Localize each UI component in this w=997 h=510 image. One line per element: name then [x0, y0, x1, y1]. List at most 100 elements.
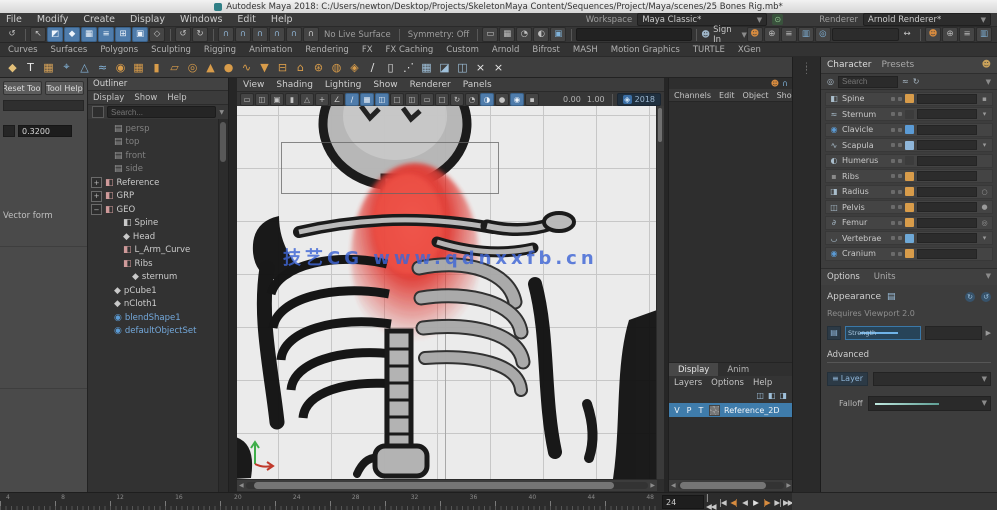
playback-button[interactable]: ▶ [750, 496, 761, 508]
selection-mask-icon[interactable]: ▦ [81, 27, 97, 42]
toggle-dot[interactable] [898, 143, 902, 147]
channel-box-menu-item[interactable]: Edit [719, 91, 735, 100]
toggle-dot[interactable] [898, 112, 902, 116]
shelf-tab[interactable]: Motion Graphics [611, 45, 680, 55]
strength-value-field[interactable] [925, 326, 982, 340]
influence-row[interactable]: ∿ Scapula ▾ [825, 138, 993, 152]
viewport-toolbar-icon[interactable]: ▪ [525, 93, 539, 106]
viewport-toolbar-icon[interactable]: ◉ [510, 93, 524, 106]
outliner-item[interactable]: ◆ pCube1 [88, 284, 219, 298]
outliner-menu-item[interactable]: Help [167, 93, 186, 103]
person-icon[interactable]: ☻ [982, 60, 991, 70]
selection-mask-icon[interactable]: ⊞ [115, 27, 131, 42]
layer-menu-item[interactable]: Options [711, 378, 744, 388]
render-icon[interactable]: ▭ [482, 27, 498, 42]
search-option-icon[interactable]: ≈ [902, 77, 909, 86]
viewport-toolbar-icon[interactable]: ▭ [420, 93, 434, 106]
layer-chip[interactable]: ≡ Layer [827, 372, 868, 386]
shelf-icon[interactable]: ● [220, 59, 237, 76]
shelf-tab[interactable]: Bifrost [532, 45, 559, 55]
units-section-label[interactable]: Units [874, 272, 896, 282]
shelf-tab[interactable]: XGen [738, 45, 761, 55]
shelf-tab[interactable]: Polygons [100, 45, 138, 55]
toggle-dot[interactable] [898, 252, 902, 256]
selection-mask-icon[interactable]: ▣ [132, 27, 148, 42]
playback-button[interactable]: |◀ [717, 496, 728, 508]
viewport-toolbar-icon[interactable]: ● [495, 93, 509, 106]
channel-box-icon[interactable]: ☻ [771, 79, 779, 88]
toggle-dot[interactable] [898, 190, 902, 194]
outliner-item[interactable]: + ◧ Reference [88, 176, 219, 190]
shelf-icon[interactable]: ◈ [346, 59, 363, 76]
value-field[interactable] [917, 140, 977, 150]
influence-row[interactable]: ◨ Radius ○ [825, 185, 993, 199]
toggle-dot[interactable] [898, 159, 902, 163]
layer-select[interactable]: ▼ [873, 372, 991, 386]
outliner-item[interactable]: ◆ Head [88, 230, 219, 244]
viewport-toolbar-icon[interactable]: ◫ [375, 93, 389, 106]
influence-row[interactable]: ◉ Clavicle [825, 123, 993, 137]
shelf-tab[interactable]: Surfaces [51, 45, 88, 55]
toggle-dot[interactable] [891, 190, 895, 194]
color-swatch[interactable] [905, 110, 914, 119]
refresh-icon[interactable]: ↻ [965, 292, 975, 302]
sign-in-button[interactable]: ☻ Sign In ▼ [701, 25, 747, 45]
snap-icon[interactable]: ∩ [286, 27, 302, 42]
sidebar-toggle-icon[interactable]: ⊕ [764, 27, 780, 42]
shelf-icon[interactable]: ⌖ [58, 59, 75, 76]
viewport-toolbar-icon[interactable]: ▦ [360, 93, 374, 106]
sidebar-toggle-icon[interactable]: ≡ [959, 27, 975, 42]
shelf-icon[interactable]: ◆ [4, 59, 21, 76]
new-layer-icon[interactable]: ◫ [756, 391, 764, 400]
right-panel-subtitle[interactable]: Presets [881, 60, 914, 70]
scroll-left-icon[interactable]: ◀ [239, 482, 244, 489]
shelf-tab[interactable]: FX Caching [386, 45, 434, 55]
viewport-toolbar-icon[interactable]: ◫ [255, 93, 269, 106]
outliner-item[interactable]: ◧ L_Arm_Curve [88, 244, 219, 258]
outliner-menu-item[interactable]: Display [93, 93, 124, 103]
outliner-item[interactable]: ◧ Ribs [88, 257, 219, 271]
layer-playback-toggle[interactable]: P [685, 406, 693, 415]
scroll-left-icon[interactable]: ◀ [671, 482, 676, 489]
snap-icon[interactable]: ∩ [235, 27, 251, 42]
search-option-icon[interactable]: ↻ [913, 77, 920, 86]
snap-icon[interactable]: ∩ [252, 27, 268, 42]
exposure-value[interactable]: 0.00 [563, 95, 581, 104]
options-section-label[interactable]: Options [827, 272, 860, 282]
outliner-item[interactable]: ◆ sternum [88, 271, 219, 285]
viewport-toolbar-icon[interactable]: □ [390, 93, 404, 106]
outliner-item[interactable]: ▤ front [88, 149, 219, 163]
playback-button[interactable]: |◀◀ [706, 496, 717, 508]
outliner-item[interactable]: ◉ blendShape1 [88, 311, 219, 325]
outliner-vertical-scrollbar[interactable] [218, 119, 228, 492]
search-input[interactable] [576, 28, 692, 41]
shelf-tab[interactable]: Curves [8, 45, 38, 55]
toggle-dot[interactable] [891, 221, 895, 225]
outliner-item[interactable]: − ◧ GEO [88, 203, 219, 217]
playback-button[interactable]: ◀| [728, 496, 739, 508]
toggle-dot[interactable] [898, 221, 902, 225]
view-transform-badge[interactable]: ◈ 2018 [617, 93, 661, 106]
toggle-dot[interactable] [891, 252, 895, 256]
toggle-dot[interactable] [891, 205, 895, 209]
shelf-icon[interactable]: ◉ [112, 59, 129, 76]
influence-row[interactable]: ◧ Spine ▪ [825, 92, 993, 106]
shelf-icon[interactable]: ▱ [166, 59, 183, 76]
viewport-menu-item[interactable]: View [243, 80, 264, 90]
outliner-item[interactable]: ◉ defaultObjectSet [88, 325, 219, 339]
value-field[interactable] [917, 156, 977, 166]
shelf-icon[interactable]: ▯ [382, 59, 399, 76]
outliner-item[interactable]: ◧ Spine [88, 217, 219, 231]
playback-button[interactable]: ▶| [772, 496, 783, 508]
color-swatch[interactable] [905, 234, 914, 243]
shelf-icon[interactable]: T [22, 59, 39, 76]
viewport-toolbar-icon[interactable]: □ [435, 93, 449, 106]
menu-item[interactable]: Help [271, 14, 293, 25]
new-layer-icon[interactable]: ◧ [768, 391, 776, 400]
chevron-right-icon[interactable]: ▶ [986, 329, 991, 337]
viewport-menu-item[interactable]: Shading [276, 80, 313, 90]
layer-visibility-toggle[interactable]: V [673, 406, 681, 415]
shelf-tab[interactable]: TURTLE [693, 45, 725, 55]
history-icon[interactable]: ↺ [175, 27, 191, 42]
shelf-tab[interactable]: Sculpting [151, 45, 191, 55]
